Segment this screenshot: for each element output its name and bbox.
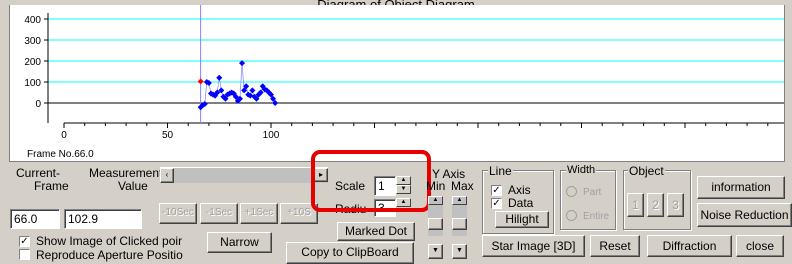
y-max-slider[interactable]: ▲ — [452, 196, 467, 236]
y-tick-label: 100 — [24, 78, 41, 89]
y-tick-label: 300 — [24, 36, 41, 47]
line-group-label: Line — [488, 164, 513, 178]
plot-area[interactable]: 400 300 200 100 0 0 50 100 — [9, 5, 785, 162]
object-2-button[interactable]: 2 — [647, 193, 664, 217]
data-point[interactable] — [216, 74, 223, 81]
highlighted-point[interactable] — [197, 78, 204, 85]
y-min-thumb[interactable] — [428, 218, 443, 230]
value-field[interactable]: 102.9 — [64, 209, 142, 229]
object-group-label: Object — [628, 164, 665, 178]
y-tick-label: 0 — [35, 99, 41, 110]
scatter-plot[interactable]: 400 300 200 100 0 0 50 100 — [10, 5, 784, 161]
y-max-down-button[interactable]: ▼ — [452, 244, 467, 259]
minus-1-sec-button[interactable]: -1Sec — [200, 203, 238, 224]
highlight-annotation — [311, 150, 431, 212]
part-radio[interactable] — [566, 186, 577, 197]
part-label: Part — [583, 187, 602, 198]
spin-up-icon[interactable]: ▲ — [428, 196, 443, 205]
y-min-slider[interactable]: ▲ — [428, 196, 443, 236]
object-1-button[interactable]: 1 — [627, 193, 644, 217]
frame-number-label: Frame No.66.0 — [27, 149, 94, 160]
narrow-button[interactable]: Narrow — [207, 232, 272, 253]
frame-scrollbar[interactable]: ‹ — [160, 167, 328, 183]
y-axis-max-label: Max — [451, 179, 474, 193]
reproduce-aperture-checkbox[interactable] — [19, 249, 30, 260]
information-button[interactable]: information — [697, 176, 785, 199]
spin-up-icon[interactable]: ▲ — [452, 196, 467, 205]
scroll-thumb[interactable]: ‹ — [160, 168, 174, 183]
reset-button[interactable]: Reset — [590, 235, 640, 257]
noise-reduction-button[interactable]: Noise Reduction — [697, 203, 792, 227]
close-button[interactable]: close — [736, 235, 784, 257]
show-image-label: Show Image of Clicked poir — [36, 234, 183, 248]
x-tick-label: 0 — [61, 130, 67, 141]
y-tick-label: 400 — [24, 15, 41, 26]
axis-checkbox[interactable]: ✓ — [491, 185, 502, 196]
value-label: Value — [118, 179, 148, 193]
chevron-down-icon: ▼ — [432, 247, 439, 254]
chevron-down-icon: ▼ — [456, 247, 463, 254]
frame-field[interactable]: 66.0 — [10, 209, 60, 229]
x-tick-label: 50 — [162, 130, 174, 141]
frame-label: Frame — [34, 179, 69, 193]
data-checkbox[interactable]: ✓ — [491, 198, 502, 209]
plus-1-sec-button[interactable]: +1Sec — [240, 203, 278, 224]
show-image-checkbox[interactable]: ✓ — [19, 236, 30, 247]
object-3-button[interactable]: 3 — [667, 193, 684, 217]
y-tick-label: 200 — [24, 57, 41, 68]
y-axis-min-label: Min — [426, 179, 446, 193]
entire-radio[interactable] — [566, 210, 577, 221]
diffraction-button[interactable]: Diffraction — [647, 235, 732, 257]
width-group-label: Width — [566, 164, 597, 176]
y-max-thumb[interactable] — [452, 218, 467, 230]
reproduce-aperture-label: Reproduce Aperture Positio — [36, 248, 183, 262]
x-tick-label: 100 — [263, 130, 280, 141]
data-point[interactable] — [249, 87, 256, 94]
hilight-button[interactable]: Hilight — [495, 211, 549, 228]
data-label: Data — [508, 196, 534, 210]
copy-to-clipboard-button[interactable]: Copy to ClipBoard — [286, 242, 414, 264]
entire-label: Entire — [583, 211, 610, 222]
marked-dot-button[interactable]: Marked Dot — [337, 222, 415, 241]
y-min-down-button[interactable]: ▼ — [428, 244, 443, 259]
minus-10-sec-button[interactable]: -10Sec — [159, 203, 197, 224]
star-image-3d-button[interactable]: Star Image [3D] — [482, 235, 585, 257]
